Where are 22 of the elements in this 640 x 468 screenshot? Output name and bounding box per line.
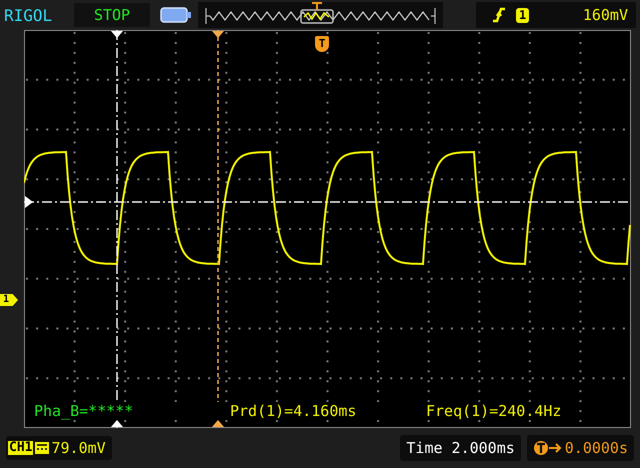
vertical-scale: 79.0mV	[51, 439, 106, 457]
dc-coupling-icon	[35, 442, 50, 454]
run-state[interactable]: STOP	[74, 3, 150, 27]
trigger-offset-icon	[532, 440, 563, 456]
measurement-readout: Pha_B=*****	[34, 402, 230, 420]
trigger-source: 1	[516, 8, 530, 22]
rising-edge-icon	[492, 7, 506, 23]
cursor-marker-icon	[111, 31, 123, 38]
channel-scale-panel[interactable]: CH1 79.0mV	[6, 436, 112, 460]
trigger-marker[interactable]: T	[315, 36, 329, 52]
brand-logo: RIGOL	[4, 6, 54, 24]
measurement-readout: Freq(1)=240.4Hz	[426, 402, 562, 420]
cursor-marker-icon	[212, 31, 224, 38]
trigger-offset-panel[interactable]: 0.0000s	[526, 435, 634, 461]
trigger-offset: 0.0000s	[564, 439, 628, 457]
cursor-marker-icon	[25, 196, 33, 208]
battery-icon	[160, 6, 192, 24]
horizontal-cursor[interactable]	[24, 201, 631, 203]
trigger-level: 160mV	[582, 6, 628, 24]
timebase[interactable]: Time 2.000ms	[400, 435, 521, 461]
channel-marker[interactable]: 1	[0, 294, 18, 306]
channel-label: CH1	[8, 441, 34, 455]
